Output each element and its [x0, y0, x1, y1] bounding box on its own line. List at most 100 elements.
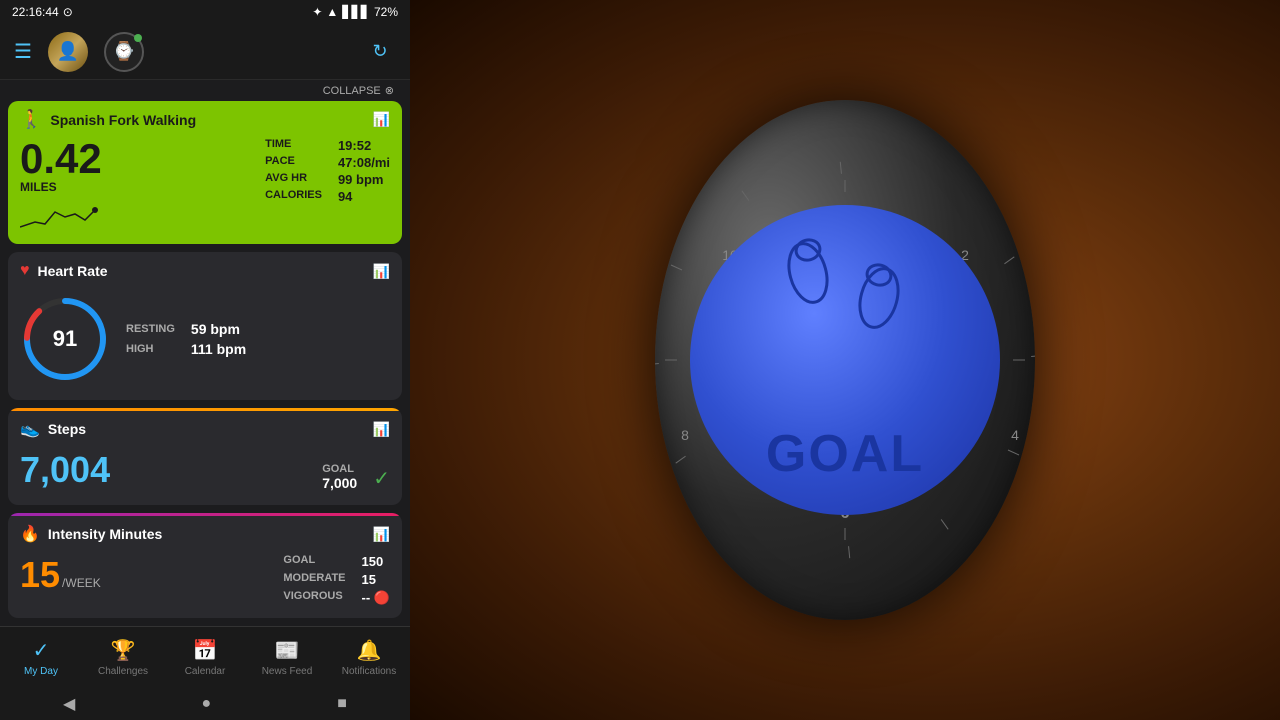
steps-goal-value: 7,000	[322, 475, 357, 491]
walking-miles-area: 0.42 MILES	[20, 138, 265, 232]
intensity-title: Intensity Minutes	[48, 526, 365, 542]
walking-person-icon: 🚶	[20, 109, 42, 130]
heart-body: 91 RESTING 59 bpm HIGH 111 bpm	[8, 286, 402, 400]
heart-chart-icon[interactable]: 📊	[373, 263, 390, 280]
watch-bezel: 12 3 6 9 2 4 8 10	[655, 100, 1035, 620]
steps-card[interactable]: 👟 Steps 📊 7,004 GOAL 7,000 ✓	[8, 408, 402, 505]
alarm-icon: ⊙	[63, 5, 73, 19]
resting-label: RESTING	[126, 323, 175, 335]
news-feed-label: News Feed	[262, 666, 313, 677]
time-label: TIME	[265, 138, 322, 150]
steps-chart-icon[interactable]: 📊	[373, 421, 390, 438]
status-bar: 22:16:44 ⊙ ✦ ▲ ▋▋▋ 72%	[0, 0, 410, 24]
heart-bpm-value: 91	[53, 326, 77, 352]
avg-hr-value: 99 bpm	[338, 172, 390, 187]
intensity-goal-value: 150	[362, 554, 390, 569]
steps-icon: 👟	[20, 419, 40, 439]
signal-icon: ▋▋▋	[342, 5, 370, 19]
heart-rate-header: ♥ Heart Rate 📊	[8, 252, 402, 286]
time-display: 22:16:44	[12, 5, 59, 19]
time-value: 19:52	[338, 138, 390, 153]
notifications-icon: 🔔	[357, 638, 382, 663]
intensity-chart-icon[interactable]: 📊	[373, 526, 390, 543]
svg-text:4: 4	[1011, 427, 1019, 443]
nav-item-news-feed[interactable]: 📰 News Feed	[246, 627, 328, 688]
walking-mini-chart	[20, 202, 100, 232]
news-feed-icon: 📰	[275, 638, 300, 663]
walking-miles-value: 0.42	[20, 138, 265, 180]
android-nav: ◀ ● ■	[0, 688, 410, 720]
intensity-value: 15	[20, 554, 60, 595]
challenges-label: Challenges	[98, 666, 148, 677]
avatar[interactable]: 👤	[48, 32, 88, 72]
walking-header: 🚶 Spanish Fork Walking 📊	[8, 101, 402, 134]
walking-stats: TIME 19:52 PACE 47:08/mi AVG HR 99 bpm C…	[265, 138, 390, 204]
back-button[interactable]: ◀	[63, 694, 75, 714]
shoe-prints	[786, 235, 904, 335]
battery-display: 72%	[374, 5, 398, 19]
svg-text:8: 8	[681, 427, 689, 443]
moderate-value: 15	[362, 572, 390, 587]
heart-rate-card[interactable]: ♥ Heart Rate 📊 91 REST	[8, 252, 402, 400]
walking-card[interactable]: 🚶 Spanish Fork Walking 📊 0.42 MILES	[8, 101, 402, 244]
pace-value: 47:08/mi	[338, 155, 390, 170]
home-button[interactable]: ●	[201, 695, 211, 713]
bluetooth-icon: ✦	[312, 5, 322, 19]
intensity-goal-label: GOAL	[283, 554, 345, 569]
watch-screen: GOAL	[690, 205, 1000, 515]
status-bar-right: ✦ ▲ ▋▋▋ 72%	[312, 5, 398, 19]
intensity-unit: /WEEK	[62, 576, 101, 590]
my-day-icon: ✓	[33, 638, 50, 663]
intensity-value-area: 15/WEEK	[20, 554, 267, 596]
heart-icon: ♥	[20, 262, 30, 280]
watch-icon[interactable]: ⌚	[104, 32, 144, 72]
steps-achieved-checkmark: ✓	[373, 466, 390, 491]
high-label: HIGH	[126, 343, 175, 355]
calendar-icon: 📅	[193, 638, 218, 663]
intensity-stats: GOAL 150 MODERATE 15 VIGOROUS -- 🔴	[283, 554, 390, 606]
steps-body: 7,004 GOAL 7,000 ✓	[8, 445, 402, 505]
walking-body: 0.42 MILES TIME 19:52 PACE 47:08/mi AVG …	[8, 134, 402, 244]
steps-title: Steps	[48, 421, 365, 437]
goal-text: GOAL	[766, 428, 924, 480]
collapse-label: COLLAPSE	[323, 85, 381, 97]
heart-rate-title: Heart Rate	[38, 263, 365, 279]
watch-side: 12 3 6 9 2 4 8 10	[410, 0, 1280, 720]
nav-item-calendar[interactable]: 📅 Calendar	[164, 627, 246, 688]
wifi-icon: ▲	[326, 5, 338, 19]
intensity-body: 15/WEEK GOAL 150 MODERATE 15 VIGOROUS --…	[8, 550, 402, 618]
phone-panel: 22:16:44 ⊙ ✦ ▲ ▋▋▋ 72% ☰ 👤 ⌚ ↻ COLLAPSE …	[0, 0, 410, 720]
collapse-icon: ⊗	[385, 84, 394, 97]
avg-hr-label: AVG HR	[265, 172, 322, 184]
bottom-nav: ✓ My Day 🏆 Challenges 📅 Calendar 📰 News …	[0, 626, 410, 688]
vigorous-value: -- 🔴	[362, 590, 390, 606]
refresh-button[interactable]: ↻	[364, 36, 396, 68]
intensity-card[interactable]: 🔥 Intensity Minutes 📊 15/WEEK GOAL 150 M…	[8, 513, 402, 618]
pace-label: PACE	[265, 155, 322, 167]
intensity-header: 🔥 Intensity Minutes 📊	[8, 516, 402, 550]
top-nav: ☰ 👤 ⌚ ↻	[0, 24, 410, 80]
my-day-label: My Day	[24, 666, 58, 677]
steps-goal-label: GOAL	[322, 463, 354, 475]
steps-header: 👟 Steps 📊	[8, 411, 402, 445]
calories-label: CALORIES	[265, 189, 322, 201]
scroll-area[interactable]: COLLAPSE ⊗ 🚶 Spanish Fork Walking 📊 0.42…	[0, 80, 410, 626]
hamburger-menu[interactable]: ☰	[14, 39, 32, 64]
notifications-label: Notifications	[342, 666, 396, 677]
nav-item-challenges[interactable]: 🏆 Challenges	[82, 627, 164, 688]
moderate-label: MODERATE	[283, 572, 345, 587]
challenges-icon: 🏆	[111, 638, 136, 663]
walking-miles-label: MILES	[20, 180, 265, 194]
walking-title: Spanish Fork Walking	[50, 112, 364, 128]
nav-item-my-day[interactable]: ✓ My Day	[0, 627, 82, 688]
calendar-label: Calendar	[185, 666, 226, 677]
nav-item-notifications[interactable]: 🔔 Notifications	[328, 627, 410, 688]
status-bar-left: 22:16:44 ⊙	[12, 5, 73, 19]
vigorous-label: VIGOROUS	[283, 590, 345, 606]
recents-button[interactable]: ■	[337, 695, 347, 713]
resting-value: 59 bpm	[191, 321, 246, 337]
watch-container: 12 3 6 9 2 4 8 10	[655, 100, 1035, 620]
calories-value: 94	[338, 189, 390, 204]
walking-chart-icon[interactable]: 📊	[373, 111, 390, 128]
collapse-bar[interactable]: COLLAPSE ⊗	[8, 80, 402, 101]
